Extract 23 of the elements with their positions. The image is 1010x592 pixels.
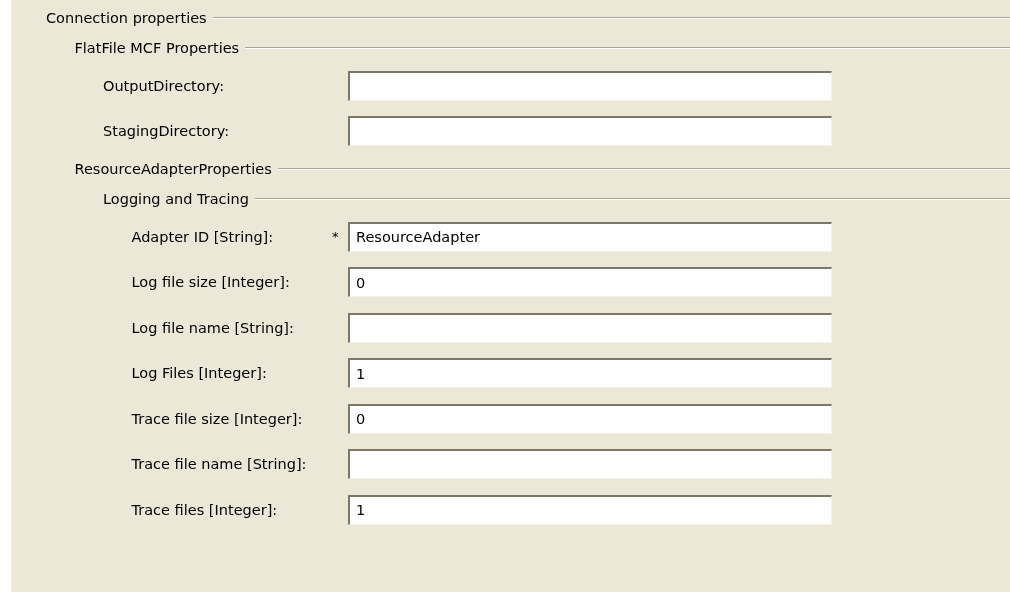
input-field[interactable]: 0 — [348, 403, 832, 434]
section-title: Connection properties — [46, 10, 208, 26]
input-field[interactable] — [348, 116, 832, 147]
input-field[interactable]: 1 — [348, 358, 832, 389]
field-label: OutputDirectory: — [103, 77, 226, 94]
input-field[interactable] — [348, 70, 832, 101]
section-title: ResourceAdapterProperties — [74, 161, 273, 177]
field-label: Adapter ID [String]: — [131, 228, 275, 245]
required-mark: * — [332, 229, 340, 245]
input-field[interactable]: 1 — [348, 494, 832, 525]
section-title: Logging and Tracing — [103, 191, 250, 207]
input-field[interactable]: ResourceAdapter — [348, 221, 832, 252]
field-label: StagingDirectory: — [103, 123, 231, 140]
field-label: Trace files [Integer]: — [131, 501, 279, 518]
field-label: Log file size [Integer]: — [131, 274, 291, 291]
field-label: Trace file size [Integer]: — [131, 410, 304, 427]
field-label: Log file name [String]: — [131, 319, 295, 336]
input-field[interactable] — [348, 449, 832, 480]
field-label: Trace file name [String]: — [131, 456, 308, 473]
section-title: FlatFile MCF Properties — [74, 40, 241, 56]
input-field[interactable] — [348, 312, 832, 343]
input-field[interactable]: 0 — [348, 267, 832, 298]
field-label: Log Files [Integer]: — [131, 365, 268, 382]
